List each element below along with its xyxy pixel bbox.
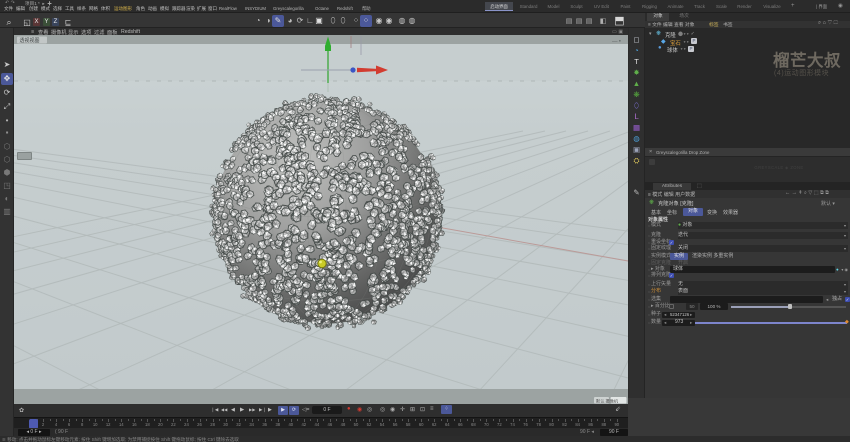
svg-text:— ▪: — ▪ <box>612 39 621 45</box>
svg-text:默认 摄像机: 默认 摄像机 <box>596 397 619 404</box>
svg-text:透视视图: 透视视图 <box>20 37 40 44</box>
